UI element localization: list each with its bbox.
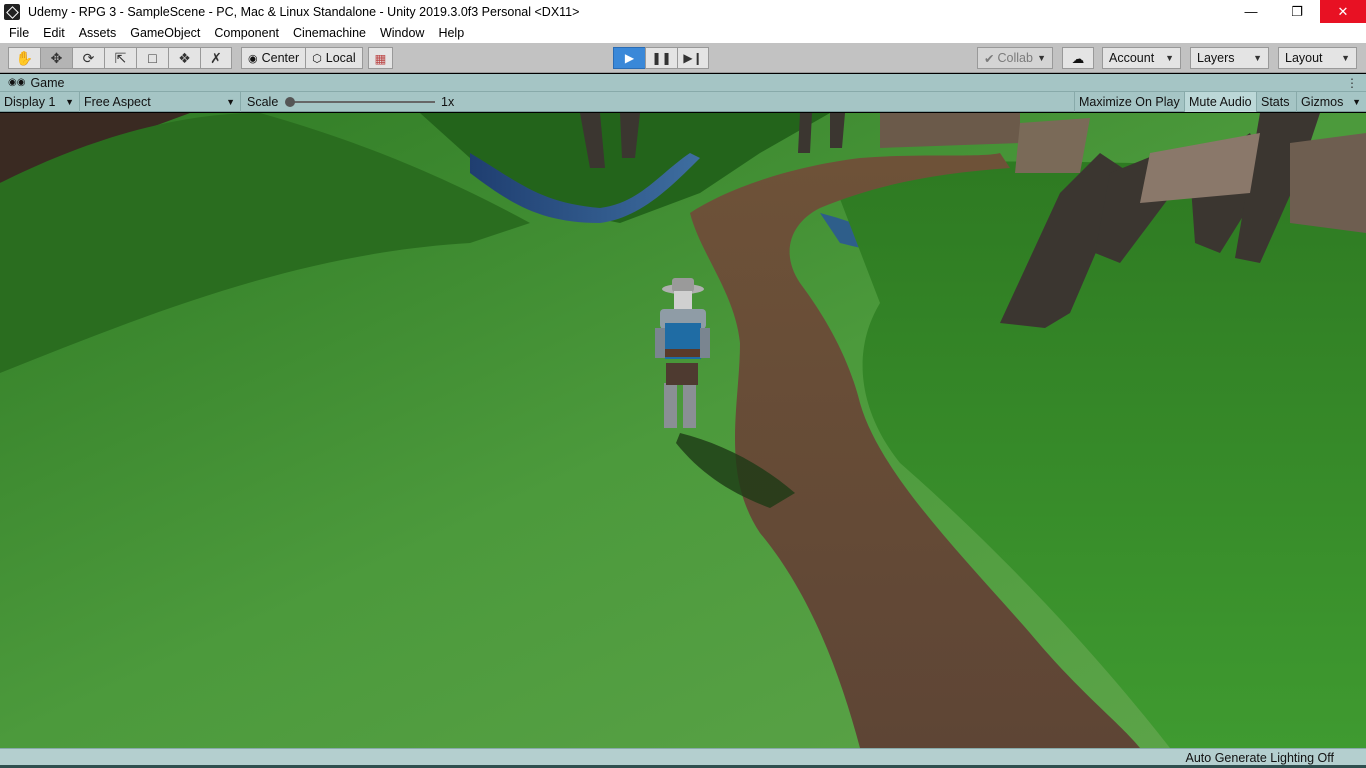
- status-lighting-text: Auto Generate Lighting Off: [1185, 751, 1334, 765]
- scale-label: Scale: [247, 95, 279, 109]
- game-viewport[interactable]: [0, 113, 1366, 748]
- chevron-down-icon: ▼: [1253, 53, 1262, 63]
- menu-gameobject[interactable]: GameObject: [123, 23, 207, 43]
- account-dropdown[interactable]: Account ▼: [1102, 47, 1181, 69]
- pivot-local-label: Local: [325, 51, 356, 65]
- minimize-icon[interactable]: —: [1228, 0, 1274, 23]
- cloud-icon[interactable]: ☁: [1062, 47, 1094, 69]
- restore-icon[interactable]: ❐: [1274, 0, 1320, 23]
- hand-icon[interactable]: ✋: [8, 47, 40, 69]
- window-title-bar: Udemy - RPG 3 - SampleScene - PC, Mac & …: [0, 0, 1366, 23]
- scale-slider-track[interactable]: [289, 101, 435, 103]
- mute-audio-toggle[interactable]: Mute Audio: [1185, 92, 1257, 112]
- menu-bar: File Edit Assets GameObject Component Ci…: [0, 23, 1366, 43]
- pivot-local-button[interactable]: ⬡ Local: [306, 47, 363, 69]
- transform-icon[interactable]: ❖: [168, 47, 200, 69]
- menu-cinemachine[interactable]: Cinemachine: [286, 23, 373, 43]
- close-icon[interactable]: ✕: [1320, 0, 1366, 23]
- layers-dropdown[interactable]: Layers ▼: [1190, 47, 1269, 69]
- chevron-down-icon: ▼: [1037, 53, 1046, 63]
- kebab-menu-icon[interactable]: ⋮: [1346, 76, 1358, 90]
- gamepad-icon: ◉◉: [8, 77, 26, 88]
- pause-icon[interactable]: ❚❚: [645, 47, 677, 69]
- display-label: Display 1: [4, 95, 56, 109]
- chevron-down-icon: ▼: [1165, 53, 1174, 63]
- display-dropdown[interactable]: Display 1 ▼: [0, 92, 80, 112]
- aspect-dropdown[interactable]: Free Aspect ▼: [80, 92, 241, 112]
- rotate-icon[interactable]: ⟳: [72, 47, 104, 69]
- scale-slider-handle[interactable]: [285, 97, 295, 107]
- window-controls: — ❐ ✕: [1228, 0, 1366, 23]
- menu-assets[interactable]: Assets: [72, 23, 124, 43]
- gizmos-dropdown[interactable]: Gizmos ▼: [1297, 92, 1366, 112]
- chevron-down-icon: ▼: [65, 97, 74, 107]
- menu-file[interactable]: File: [2, 23, 36, 43]
- layers-label: Layers: [1197, 51, 1235, 65]
- aspect-label: Free Aspect: [84, 95, 151, 109]
- menu-help[interactable]: Help: [431, 23, 471, 43]
- pivot-center-button[interactable]: ◉ Center: [241, 47, 307, 69]
- collab-button[interactable]: ✔ Collab ▼: [977, 47, 1053, 69]
- scale-icon[interactable]: ⇱: [104, 47, 136, 69]
- game-view-toolbar: Display 1 ▼ Free Aspect ▼ Scale 1x Maxim…: [0, 92, 1366, 112]
- mute-audio-label: Mute Audio: [1189, 95, 1252, 109]
- play-icon[interactable]: ▶: [613, 47, 645, 69]
- grid-snap-icon[interactable]: ▦: [367, 47, 394, 69]
- game-tab-strip: ◉◉ Game ⋮: [0, 74, 1366, 92]
- chevron-down-icon: ▼: [1352, 97, 1361, 107]
- chevron-down-icon: ▼: [1341, 53, 1350, 63]
- check-icon: ✔: [984, 51, 995, 66]
- local-space-icon: ⬡: [312, 52, 322, 65]
- window-title: Udemy - RPG 3 - SampleScene - PC, Mac & …: [28, 4, 580, 19]
- menu-edit[interactable]: Edit: [36, 23, 72, 43]
- stats-toggle[interactable]: Stats: [1257, 92, 1297, 112]
- layout-label: Layout: [1285, 51, 1323, 65]
- move-icon[interactable]: ✥: [40, 47, 72, 69]
- rect-icon[interactable]: □: [136, 47, 168, 69]
- scale-value: 1x: [441, 95, 455, 109]
- tab-game-label: Game: [30, 75, 65, 90]
- menu-component[interactable]: Component: [207, 23, 286, 43]
- unity-logo-icon: [4, 3, 20, 20]
- chevron-down-icon: ▼: [226, 97, 235, 107]
- gizmos-label: Gizmos: [1301, 95, 1344, 109]
- step-icon[interactable]: ▶❙: [677, 47, 709, 69]
- menu-window[interactable]: Window: [373, 23, 431, 43]
- center-pivot-icon: ◉: [248, 52, 258, 65]
- stats-label: Stats: [1261, 95, 1290, 109]
- collab-label: Collab: [997, 51, 1033, 65]
- play-controls: ▶ ❚❚ ▶❙: [613, 47, 709, 69]
- game-scene-render: [0, 113, 1366, 748]
- pivot-center-label: Center: [261, 51, 300, 65]
- maximize-on-play-toggle[interactable]: Maximize On Play: [1074, 92, 1185, 112]
- maximize-on-play-label: Maximize On Play: [1079, 95, 1180, 109]
- status-bar: Auto Generate Lighting Off: [0, 748, 1366, 768]
- custom-tool-icon[interactable]: ✗: [200, 47, 232, 69]
- pivot-controls: ◉ Center ⬡ Local ▦: [241, 47, 394, 69]
- layout-dropdown[interactable]: Layout ▼: [1278, 47, 1357, 69]
- transform-tools: ✋ ✥ ⟳ ⇱ □ ❖ ✗: [8, 47, 232, 69]
- main-toolbar: ✋ ✥ ⟳ ⇱ □ ❖ ✗ ◉ Center ⬡ Local ▦ ▶ ❚❚ ▶❙…: [0, 43, 1366, 73]
- account-label: Account: [1109, 51, 1155, 65]
- tab-game[interactable]: ◉◉ Game: [0, 74, 73, 92]
